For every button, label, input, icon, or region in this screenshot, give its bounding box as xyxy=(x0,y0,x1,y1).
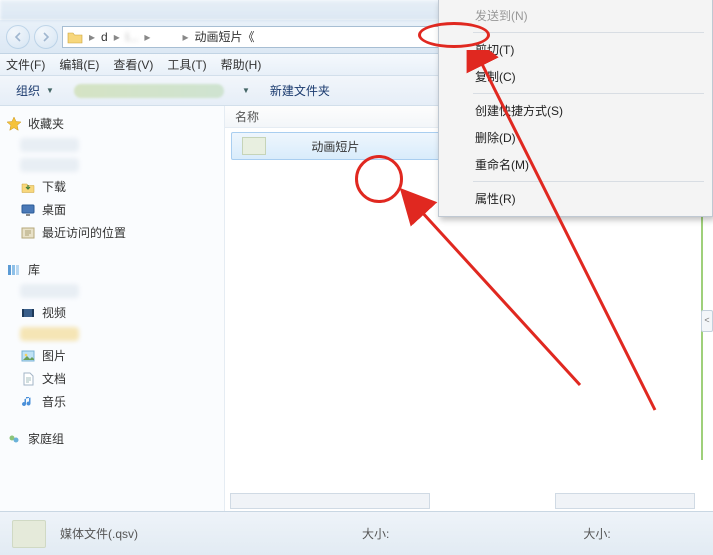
libraries-header[interactable]: 库 xyxy=(2,258,222,281)
arrow-left-icon xyxy=(13,32,23,42)
nav-item-blurred[interactable] xyxy=(2,135,222,155)
ctx-delete[interactable]: 删除(D) xyxy=(441,124,710,151)
document-icon xyxy=(20,371,36,387)
chevron-down-icon: ▼ xyxy=(46,86,54,95)
breadcrumb-item[interactable]: 动画短片《 xyxy=(195,28,255,45)
library-icon xyxy=(6,262,22,278)
ctx-send-to[interactable]: 发送到(N) xyxy=(441,2,710,29)
nav-item-documents[interactable]: 文档 xyxy=(2,367,222,390)
ctx-create-shortcut[interactable]: 创建快捷方式(S) xyxy=(441,97,710,124)
new-folder-button[interactable]: 新建文件夹 xyxy=(270,82,330,99)
homegroup-label: 家庭组 xyxy=(28,430,64,447)
nav-item-recent[interactable]: 最近访问的位置 xyxy=(2,221,222,244)
organize-label: 组织 xyxy=(16,82,40,99)
ctx-separator xyxy=(473,32,704,33)
file-name-blurred xyxy=(272,139,305,153)
nav-item-blurred[interactable] xyxy=(2,281,222,301)
ctx-copy[interactable]: 复制(C) xyxy=(441,63,710,90)
star-icon xyxy=(6,116,22,132)
folder-icon xyxy=(67,30,83,44)
navigation-pane: 收藏夹 下载 桌面 最近访问的位置 库 xyxy=(0,106,225,516)
menu-file[interactable]: 文件(F) xyxy=(6,56,45,73)
nav-item-desktop[interactable]: 桌面 xyxy=(2,198,222,221)
scrollbar-horizontal[interactable] xyxy=(230,493,430,509)
menu-view[interactable]: 查看(V) xyxy=(113,56,153,73)
menu-help[interactable]: 帮助(H) xyxy=(221,56,262,73)
ctx-rename[interactable]: 重命名(M) xyxy=(441,151,710,178)
recent-icon xyxy=(20,225,36,241)
picture-icon xyxy=(20,348,36,364)
menu-tools[interactable]: 工具(T) xyxy=(167,56,206,73)
homegroup-header[interactable]: 家庭组 xyxy=(2,427,222,450)
desktop-icon xyxy=(20,202,36,218)
status-bar: 媒体文件(.qsv) 大小: 大小: xyxy=(0,511,713,555)
nav-item-videos[interactable]: 视频 xyxy=(2,301,222,324)
breadcrumb-item[interactable]: l... xyxy=(126,30,139,44)
ctx-properties[interactable]: 属性(R) xyxy=(441,185,710,212)
file-thumb-icon xyxy=(242,137,266,155)
breadcrumb-separator: ▸ xyxy=(114,30,120,44)
nav-item-music[interactable]: 音乐 xyxy=(2,390,222,413)
nav-item-pictures[interactable]: 图片 xyxy=(2,344,222,367)
toolbar-blurred-item xyxy=(74,84,224,98)
music-label: 音乐 xyxy=(42,393,66,410)
breadcrumb-separator: ▸ xyxy=(144,30,150,44)
nav-item-downloads[interactable]: 下载 xyxy=(2,175,222,198)
breadcrumb-item[interactable]: d xyxy=(101,30,108,44)
favorites-label: 收藏夹 xyxy=(28,115,64,132)
ctx-cut[interactable]: 剪切(T) xyxy=(441,36,710,63)
preview-toggle[interactable]: < xyxy=(701,310,713,332)
documents-label: 文档 xyxy=(42,370,66,387)
status-filetype: 媒体文件(.qsv) xyxy=(60,525,138,542)
breadcrumb-separator: ▸ xyxy=(89,30,95,44)
desktop-label: 桌面 xyxy=(42,201,66,218)
nav-item-blurred[interactable] xyxy=(2,324,222,344)
status-size-label: 大小: xyxy=(362,525,389,542)
libraries-label: 库 xyxy=(28,261,40,278)
back-button[interactable] xyxy=(6,25,30,49)
chevron-down-icon: ▼ xyxy=(242,86,250,95)
file-name-label: 动画短片 xyxy=(311,138,359,155)
videos-label: 视频 xyxy=(42,304,66,321)
menu-edit[interactable]: 编辑(E) xyxy=(59,56,99,73)
ctx-separator xyxy=(473,93,704,94)
breadcrumb-item[interactable] xyxy=(156,30,176,44)
context-menu: 发送到(N) 剪切(T) 复制(C) 创建快捷方式(S) 删除(D) 重命名(M… xyxy=(438,0,713,217)
video-icon xyxy=(20,305,36,321)
favorites-header[interactable]: 收藏夹 xyxy=(2,112,222,135)
music-icon xyxy=(20,394,36,410)
status-thumb-icon xyxy=(12,520,46,548)
nav-item-blurred[interactable] xyxy=(2,155,222,175)
status-size-label2: 大小: xyxy=(583,525,610,542)
ctx-separator xyxy=(473,181,704,182)
downloads-label: 下载 xyxy=(42,178,66,195)
forward-button[interactable] xyxy=(34,25,58,49)
organize-button[interactable]: 组织 ▼ xyxy=(8,80,62,101)
recent-label: 最近访问的位置 xyxy=(42,224,126,241)
arrow-right-icon xyxy=(41,32,51,42)
scrollbar-horizontal[interactable] xyxy=(555,493,695,509)
pictures-label: 图片 xyxy=(42,347,66,364)
breadcrumb-separator: ▸ xyxy=(182,30,188,44)
homegroup-icon xyxy=(6,431,22,447)
download-icon xyxy=(20,179,36,195)
